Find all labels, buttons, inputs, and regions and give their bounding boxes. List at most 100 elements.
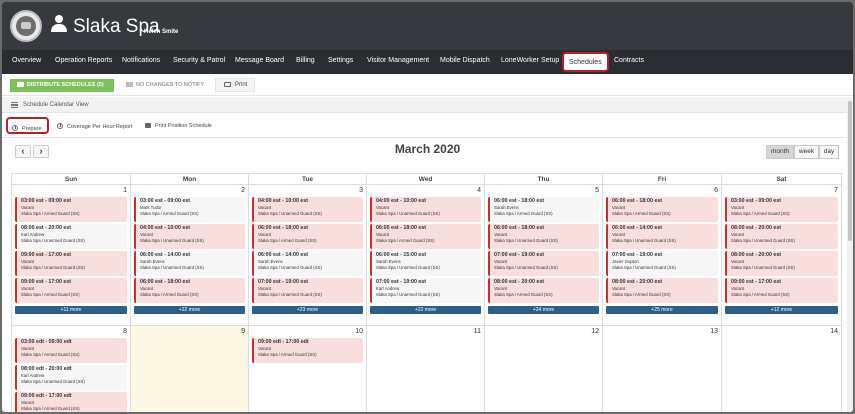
shift-event[interactable]: 06:00 est - 18:00 est Vacant Slaka Spa / U… [488,224,599,249]
day-cell[interactable]: 7 03:00 est - 09:00 est Vacant Slaka Spa / … [722,185,842,326]
user-name: Helen Smite [144,29,179,35]
nav-security-patrol[interactable]: Security & Patrol [173,57,225,64]
day-number[interactable]: 2 [241,187,245,194]
shift-event[interactable]: 06:00 est - 15:00 est Sarah Evens Slaka Sp… [370,251,481,276]
day-number[interactable]: 7 [834,187,838,194]
shift-assignee: Vacant [494,286,508,291]
shift-event[interactable]: 04:00 est - 10:00 est Vacant Slaka Spa / U… [252,197,363,222]
shift-event[interactable]: 08:00 edt - 20:00 edt Karl Andrew Slaka Sp… [15,365,127,390]
print-position-schedule-button[interactable]: Print Position Schedule [145,123,212,129]
day-cell[interactable]: 11 [367,326,485,412]
shift-event[interactable]: 08:00 est - 20:00 est Karl Andrew Slaka Sp… [15,224,127,249]
shift-time: 04:00 est - 10:00 est [258,198,309,204]
shift-event[interactable]: 06:00 est - 18:00 est Vacant Slaka Spa / A… [134,278,245,303]
shift-event[interactable]: 06:00 est - 18:00 est Vacant Slaka Spa / A… [606,197,718,222]
nav-message-board[interactable]: Message Board [235,57,284,64]
nav-overview[interactable]: Overview [12,57,41,64]
print-button[interactable]: Print [215,78,255,92]
day-number[interactable]: 13 [710,328,718,335]
day-number[interactable]: 14 [830,328,838,335]
day-number[interactable]: 6 [714,187,718,194]
day-cell[interactable]: 5 06:00 est - 18:00 est Sarah Evens Slaka S… [485,185,603,326]
shift-time: 08:00 est - 20:00 est [731,252,782,258]
day-number[interactable]: 12 [591,328,599,335]
scrollbar-thumb[interactable] [848,101,852,241]
day-number[interactable]: 11 [474,328,481,335]
more-events-button[interactable]: +24 more [488,306,599,314]
distribute-schedules-button[interactable]: DISTRIBUTE SCHEDULES (5) [10,79,114,92]
shift-event[interactable]: 03:00 est - 09:00 est Mark Tudor Slaka Spa… [134,197,245,222]
view-month-button[interactable]: month [766,145,794,159]
shift-event[interactable]: 09:00 est - 17:00 est Vacant Slaka Spa / A… [15,278,127,303]
day-cell[interactable]: 12 [485,326,603,412]
more-events-button[interactable]: +22 more [134,306,245,314]
day-cell[interactable]: 14 [722,326,842,412]
nav-billing[interactable]: Billing [296,57,315,64]
shift-assignee: Vacant [140,232,154,237]
shift-event[interactable]: 03:00 est - 09:00 est Vacant Slaka Spa / A… [725,197,838,222]
site-avatar[interactable] [10,10,42,42]
shift-event[interactable]: 09:00 est - 17:00 est Vacant Slaka Spa / A… [725,278,838,303]
day-cell[interactable]: 4 04:00 est - 10:00 est Vacant Slaka Spa / … [367,185,485,326]
day-cell[interactable]: 3 04:00 est - 10:00 est Vacant Slaka Spa / … [249,185,367,326]
nav-visitor-management[interactable]: Visitor Management [367,57,429,64]
shift-event[interactable]: 06:00 est - 18:00 est Vacant Slaka Spa / A… [370,224,481,249]
day-number[interactable]: 1 [123,187,127,194]
view-week-button[interactable]: week [794,145,819,159]
shift-assignee: Vacant [21,286,35,291]
shift-event[interactable]: 07:00 est - 19:00 est Javier Gupton Slaka … [606,251,718,276]
weekday-header: Tue [249,173,367,185]
shift-event[interactable]: 09:00 edt - 17:00 edt Vacant Slaka Spa / A… [252,338,363,363]
more-events-button[interactable]: +11 more [15,306,127,314]
shift-event[interactable]: 07:00 est - 19:00 est Vacant Slaka Spa / U… [488,251,599,276]
day-number[interactable]: 10 [355,328,363,335]
day-number[interactable]: 4 [477,187,481,194]
shift-time: 08:00 est - 20:00 est [731,225,782,231]
shift-event[interactable]: 03:00 edt - 09:00 edt Vacant Slaka Spa / A… [15,338,127,363]
shift-event[interactable]: 03:00 est - 09:00 est Vacant Slaka Spa / A… [15,197,127,222]
shift-event[interactable]: 06:00 est - 18:00 est Vacant Slaka Spa / A… [252,224,363,249]
shift-event[interactable]: 06:00 est - 14:00 est Vacant Slaka Spa / U… [606,224,718,249]
day-cell[interactable]: 2 03:00 est - 09:00 est Mark Tudor Slaka Sp… [131,185,249,326]
shift-event[interactable]: 08:00 est - 20:00 est Vacant Slaka Spa / A… [606,278,718,303]
more-events-button[interactable]: +22 more [370,306,481,314]
day-number[interactable]: 3 [359,187,363,194]
day-number[interactable]: 8 [123,328,127,335]
day-cell[interactable]: 1 03:00 est - 09:00 est Vacant Slaka Spa / … [12,185,131,326]
shift-event[interactable]: 04:00 est - 10:00 est Vacant Slaka Spa / U… [134,224,245,249]
shift-event[interactable]: 09:00 edt - 17:00 edt Vacant Slaka Spa / A… [15,392,127,412]
day-cell[interactable]: 9 [131,326,249,412]
no-changes-button[interactable]: NO CHANGES TO NOTIFY [120,79,210,92]
nav-operation-reports[interactable]: Operation Reports [55,57,112,64]
shift-event[interactable]: 08:00 est - 20:00 est Vacant Slaka Spa / U… [725,251,838,276]
more-events-button[interactable]: +23 more [252,306,363,314]
nav-schedules[interactable]: Schedules [562,52,609,72]
shift-event[interactable]: 09:00 est - 17:00 est Vacant Slaka Spa / U… [15,251,127,276]
shift-assignee: Karl Andrew [21,232,45,237]
shift-event[interactable]: 06:00 est - 14:00 est Sarah Evens Slaka Sp… [252,251,363,276]
prepare-button[interactable]: Prepare [6,117,49,134]
day-cell[interactable]: 13 [603,326,722,412]
nav-notifications[interactable]: Notifications [122,57,160,64]
shift-event[interactable]: 06:00 est - 14:00 est Sarah Evens Slaka Sp… [134,251,245,276]
coverage-report-button[interactable]: Coverage Per Hour Report [57,123,132,130]
nav-loneworker-setup[interactable]: LoneWorker Setup [501,57,559,64]
day-number[interactable]: 5 [595,187,599,194]
nav-contracts[interactable]: Contracts [614,57,644,64]
shift-event[interactable]: 07:00 est - 19:00 est Karl Andrew Slaka Sp… [370,278,481,303]
shift-event[interactable]: 04:00 est - 10:00 est Vacant Slaka Spa / U… [370,197,481,222]
day-cell[interactable]: 6 06:00 est - 18:00 est Vacant Slaka Spa / … [603,185,722,326]
shift-event[interactable]: 08:00 est - 20:00 est Vacant Slaka Spa / U… [725,224,838,249]
nav-settings[interactable]: Settings [328,57,353,64]
day-cell[interactable]: 10 09:00 edt - 17:00 edt Vacant Slaka Spa /… [249,326,367,412]
more-events-button[interactable]: +12 more [725,306,838,314]
shift-event[interactable]: 06:00 est - 18:00 est Sarah Evens Slaka Sp… [488,197,599,222]
shift-event[interactable]: 07:00 est - 19:00 est Vacant Slaka Spa / U… [252,278,363,303]
day-cell[interactable]: 8 03:00 edt - 09:00 edt Vacant Slaka Spa / … [12,326,131,412]
shift-event[interactable]: 08:00 est - 20:00 est Vacant Slaka Spa / A… [488,278,599,303]
shift-post: Slaka Spa / Unarmed Guard (SS) [21,238,85,243]
more-events-button[interactable]: +25 more [606,306,718,314]
nav-mobile-dispatch[interactable]: Mobile Dispatch [440,57,490,64]
view-day-button[interactable]: day [819,145,839,159]
day-number[interactable]: 9 [241,328,245,335]
